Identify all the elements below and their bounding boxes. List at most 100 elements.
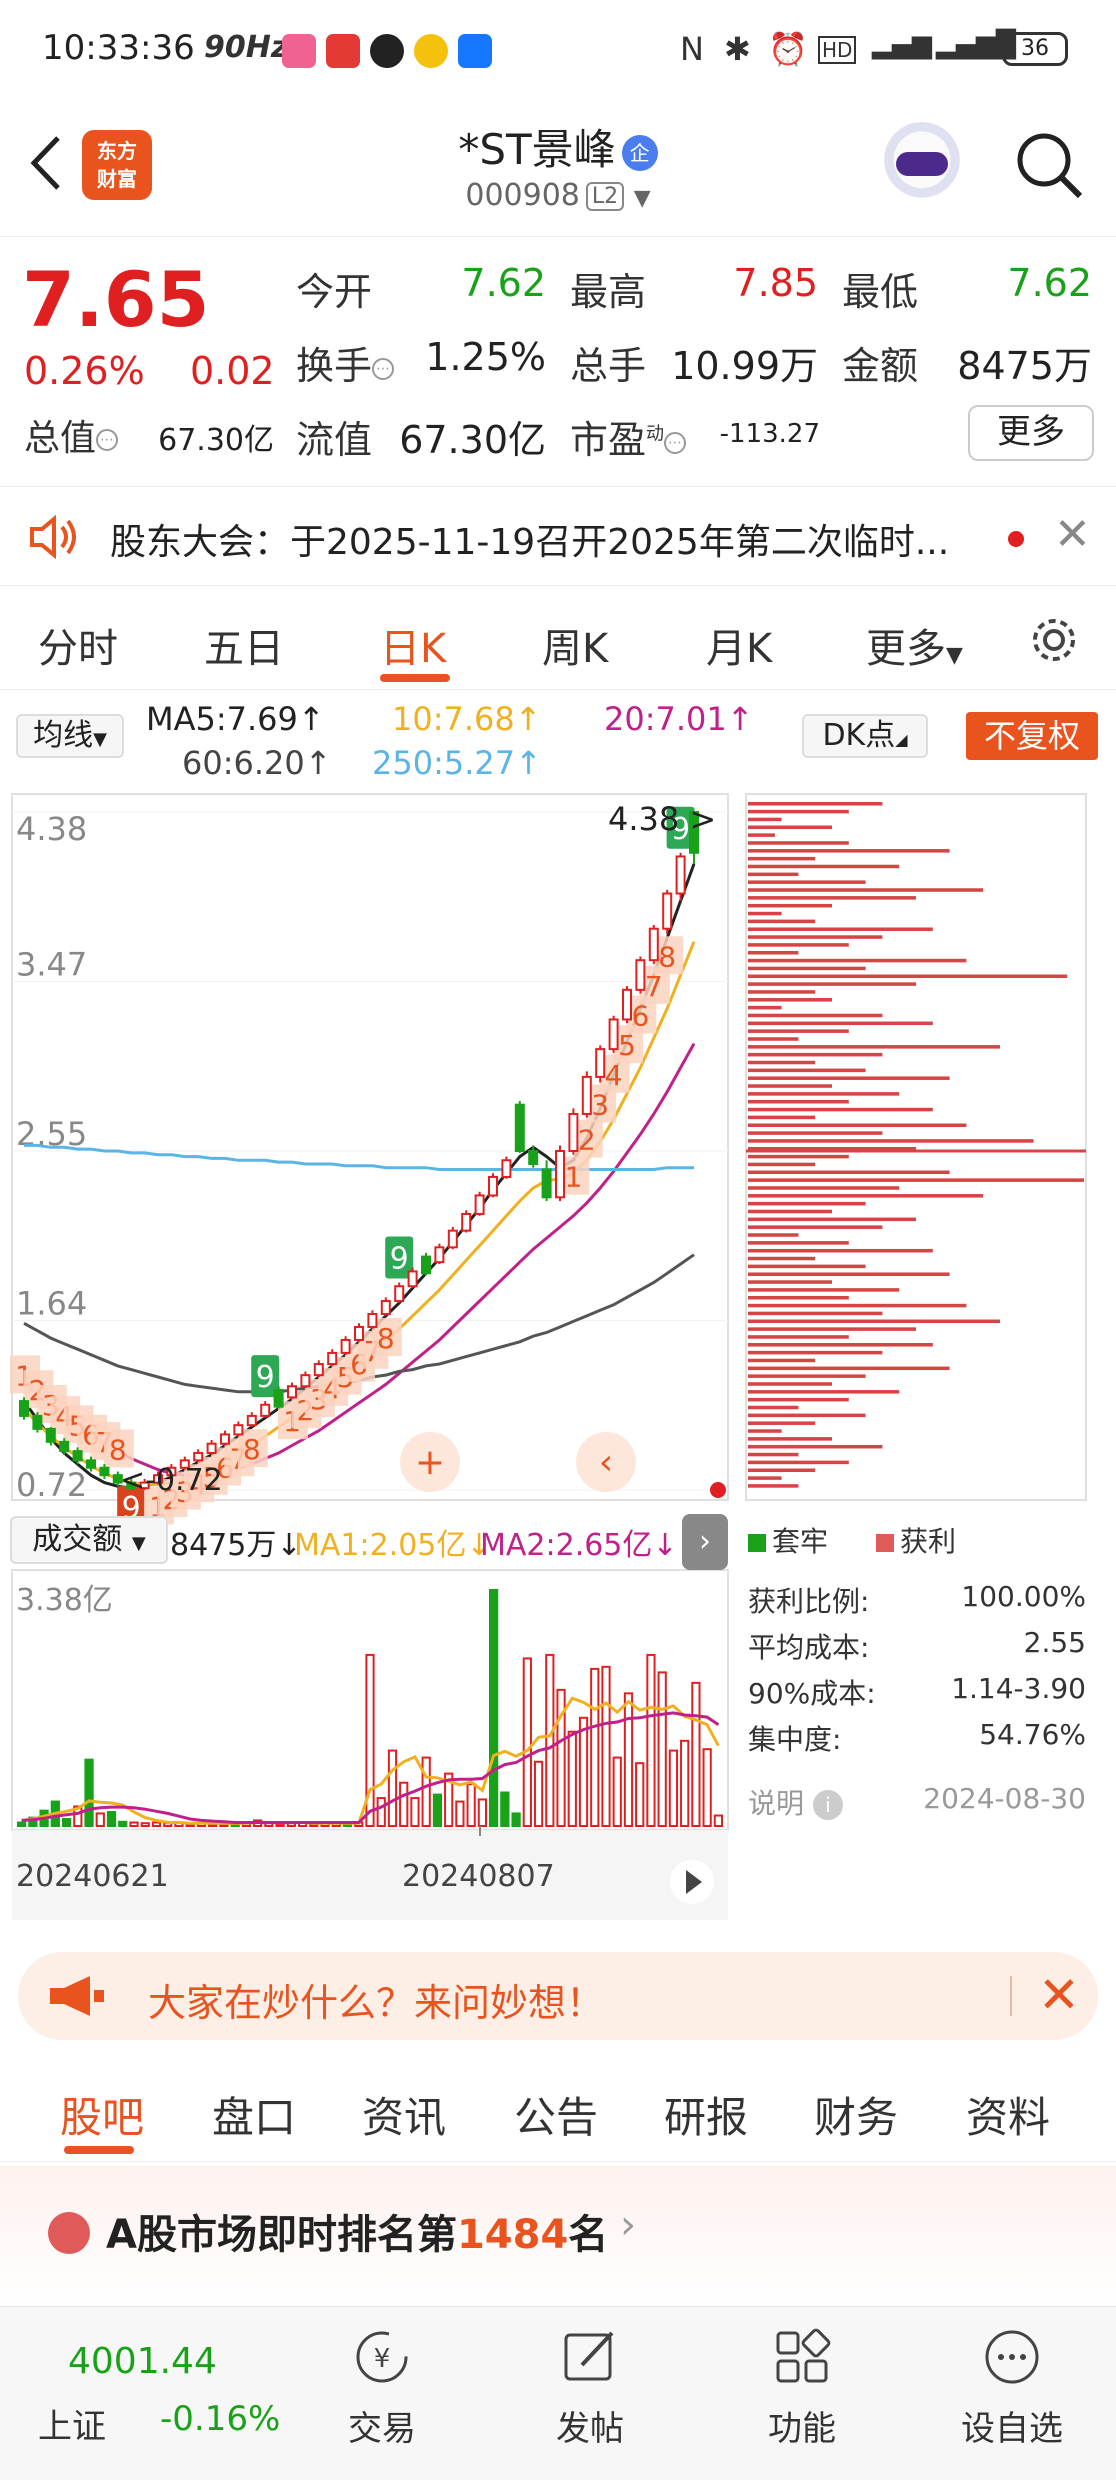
tab-finance[interactable]: 财务 (814, 2084, 898, 2145)
chip-bar (748, 1092, 900, 1096)
chevron-right-icon[interactable]: › (682, 1514, 728, 1570)
volume-bar (500, 1791, 510, 1828)
more-button[interactable]: 更多 (968, 405, 1094, 461)
chip-bar (748, 849, 950, 853)
kline-chart-area[interactable]: 4.383.472.551.640.72 1234567891234567891… (0, 790, 1116, 1950)
volume-header: 成交额 ▼ 8475万↓ MA1:2.05亿↓ MA2:2.65亿↓ › (0, 1510, 730, 1572)
nav-functions[interactable]: 功能 (732, 2327, 872, 2467)
dk-nine-label: 9 (256, 1360, 275, 1395)
cost90-label: 90%成本: (748, 1677, 876, 1710)
ma-select-label: 均线 (33, 718, 94, 753)
tab-more[interactable]: 更多▼ (866, 616, 963, 674)
chip-bar (748, 802, 883, 806)
chart-control-icon: + (415, 1442, 445, 1483)
dk-count-label: 7 (645, 970, 663, 1003)
y-tick-label: 1.64 (16, 1285, 87, 1323)
info-icon[interactable]: ⋯ (664, 431, 687, 454)
ma20-text: 20:7.01 (604, 700, 727, 738)
active-tab-indicator (380, 674, 450, 682)
volume-current-text: 8475万 (170, 1528, 277, 1563)
rank-suffix: 名 (568, 2212, 609, 2258)
chip-bar (748, 1115, 816, 1120)
tab-research[interactable]: 研报 (664, 2084, 748, 2145)
candle-body (434, 1246, 445, 1264)
explain-link[interactable]: 说明 i (748, 1782, 843, 1822)
tab-monthly-k[interactable]: 月K (706, 616, 772, 674)
volume-select[interactable]: 成交额 ▼ (10, 1516, 168, 1564)
dk-select-label: DK点 (822, 718, 896, 753)
concentration-value: 54.76% (979, 1718, 1086, 1751)
market-rank-card[interactable]: A股市场即时排名第1484名 › (0, 2166, 1116, 2306)
chevron-down-icon: ▼ (131, 1533, 146, 1554)
close-icon[interactable]: ✕ (1054, 509, 1091, 560)
tab-profile[interactable]: 资料 (966, 2084, 1050, 2145)
chip-bar (748, 903, 832, 908)
chip-bar (748, 1076, 950, 1080)
chip-bar (748, 864, 900, 869)
mktcap-label: 总值 ⋯ (24, 409, 119, 461)
info-icon[interactable]: ⋯ (372, 357, 395, 380)
dk-select[interactable]: DK点◢ (802, 714, 928, 758)
tab-news[interactable]: 资讯 (362, 2084, 446, 2145)
chip-bar (748, 1335, 849, 1339)
chip-bar (748, 919, 816, 924)
chip-bar (748, 1468, 816, 1473)
ma-select[interactable]: 均线▼ (16, 714, 124, 758)
no-adjust-button[interactable]: 不复权 (966, 712, 1098, 760)
chip-bar (748, 1374, 866, 1378)
cost90-value: 1.14-3.90 (951, 1672, 1086, 1705)
high-value: 7.85 (733, 261, 818, 305)
chip-bar (748, 1186, 900, 1190)
chip-bar (748, 1452, 799, 1457)
chip-bar (748, 1037, 799, 1041)
enterprise-badge-icon: 企 (621, 134, 658, 171)
pe-label-text: 市盈 (570, 418, 647, 462)
chip-bar (748, 1413, 866, 1418)
ai-assistant-avatar[interactable] (880, 122, 964, 206)
tab-five-day[interactable]: 五日 (204, 616, 284, 674)
tab-guba[interactable]: 股吧 (60, 2084, 144, 2145)
nav-post[interactable]: 发帖 (520, 2327, 660, 2467)
chip-bar (748, 1476, 782, 1480)
chip-bar (748, 1209, 832, 1214)
chip-bar (748, 935, 883, 939)
kline-tabs: 分时 五日 日K 周K 月K 更多▼ (0, 590, 1116, 690)
nav-trade[interactable]: ¥ 交易 (312, 2327, 452, 2467)
ask-miaoxiang-banner[interactable]: 大家在炒什么？来问妙想！ ✕ (18, 1952, 1098, 2040)
info-icon: i (812, 1790, 843, 1820)
tab-daily-k[interactable]: 日K (380, 616, 446, 674)
chip-bar (748, 1225, 883, 1229)
tab-announcements[interactable]: 公告 (514, 2084, 598, 2145)
stock-name: *ST景峰 (458, 125, 616, 174)
gear-icon[interactable] (1028, 614, 1080, 666)
info-icon[interactable]: ⋯ (96, 429, 119, 451)
dk-count-label: 8 (658, 940, 676, 973)
avg-cost-label: 平均成本: (748, 1631, 870, 1664)
tab-order-book[interactable]: 盘口 (212, 2084, 296, 2145)
chevron-down-icon: ▼ (946, 643, 963, 668)
candle-body (394, 1285, 405, 1303)
candle-body (447, 1229, 458, 1249)
content-tabs: 股吧 盘口 资讯 公告 研报 财务 资料 (0, 2056, 1116, 2162)
search-icon[interactable] (1012, 128, 1084, 200)
close-icon[interactable]: ✕ (1038, 1966, 1080, 2024)
chip-bar (748, 1170, 950, 1175)
ma250-value: 250:5.27↑ (372, 744, 542, 782)
profit-ratio-value: 100.00% (961, 1580, 1086, 1613)
y-tick-label: 0.72 (16, 1466, 87, 1504)
volume-ma2-text: MA2:2.65亿 (480, 1528, 653, 1563)
dk-count-label: 5 (618, 1029, 636, 1062)
unread-dot (1008, 531, 1024, 547)
robot-eye-icon (896, 152, 948, 176)
tab-intraday[interactable]: 分时 (38, 616, 118, 674)
nav-post-label: 发帖 (556, 2409, 624, 2449)
nav-watchlist[interactable]: 设自选 (942, 2327, 1082, 2467)
tab-weekly-k[interactable]: 周K (542, 616, 608, 674)
notice-bar[interactable]: 股东大会：于2025-11-19召开2025年第二次临时... ✕ (0, 486, 1116, 586)
candle-body (662, 892, 673, 930)
legend-trapped-text: 套牢 (772, 1525, 829, 1558)
chip-bar (748, 966, 866, 971)
index-name: 上证 (38, 2407, 106, 2447)
concentration-label: 集中度: (748, 1723, 842, 1756)
chip-bar (748, 1358, 816, 1363)
